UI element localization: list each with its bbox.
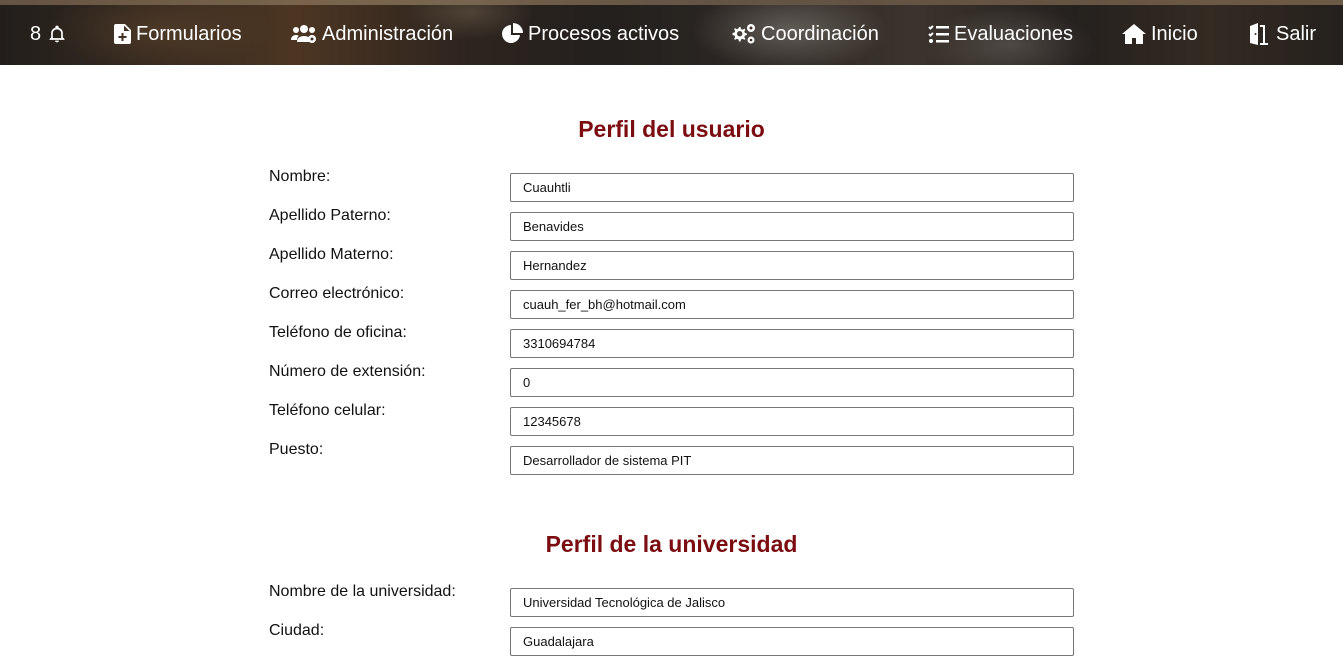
apellido-paterno-input[interactable] xyxy=(510,212,1074,241)
notifications-count: 8 xyxy=(30,22,42,45)
telefono-celular-input[interactable] xyxy=(510,407,1074,436)
ciudad-input[interactable] xyxy=(510,627,1074,656)
correo-input[interactable] xyxy=(510,290,1074,319)
correo-label: Correo electrónico: xyxy=(269,285,405,302)
notifications-button[interactable]: 8 xyxy=(30,20,67,48)
nav-formularios[interactable]: Formularios xyxy=(114,20,242,48)
apellido-paterno-label: Apellido Paterno: xyxy=(269,207,391,224)
telefono-oficina-label: Teléfono de oficina: xyxy=(269,324,407,341)
door-exit-icon xyxy=(1247,23,1268,45)
apellido-materno-label: Apellido Materno: xyxy=(269,246,394,263)
bell-icon xyxy=(49,25,65,43)
pie-chart-icon xyxy=(502,23,523,43)
tasks-list-icon xyxy=(928,25,949,43)
nav-procesos-activos[interactable]: Procesos activos xyxy=(501,20,679,48)
telefono-celular-label: Teléfono celular: xyxy=(269,402,386,419)
extension-input[interactable] xyxy=(510,368,1074,397)
universidad-label: Nombre de la universidad: xyxy=(269,583,456,600)
nav-administracion-label: Administración xyxy=(322,22,454,45)
nav-coordinacion-label: Coordinación xyxy=(761,22,879,45)
nav-evaluaciones[interactable]: Evaluaciones xyxy=(928,20,1073,48)
users-cog-icon xyxy=(291,25,316,43)
nav-salir-label: Salir xyxy=(1276,22,1317,45)
ciudad-label: Ciudad: xyxy=(269,622,325,639)
puesto-label: Puesto: xyxy=(269,441,324,458)
nav-salir[interactable]: Salir xyxy=(1247,20,1316,48)
nav-procesos-activos-label: Procesos activos xyxy=(528,22,680,45)
nav-coordinacion[interactable]: Coordinación xyxy=(730,20,879,48)
extension-label: Número de extensión: xyxy=(269,363,426,380)
nav-inicio[interactable]: Inicio xyxy=(1122,20,1198,48)
nav-evaluaciones-label: Evaluaciones xyxy=(954,22,1073,45)
universidad-input[interactable] xyxy=(510,588,1074,617)
nombre-label: Nombre: xyxy=(269,168,331,185)
apellido-materno-input[interactable] xyxy=(510,251,1074,280)
top-navbar: 8 Formularios Administración Procesos ac… xyxy=(0,0,1343,65)
nav-inicio-label: Inicio xyxy=(1151,22,1198,45)
nombre-input[interactable] xyxy=(510,173,1074,202)
nav-administracion[interactable]: Administración xyxy=(291,20,453,48)
user-profile-title: Perfil del usuario xyxy=(578,116,765,142)
nav-formularios-label: Formularios xyxy=(136,22,242,45)
cogs-icon xyxy=(732,24,755,44)
file-plus-icon xyxy=(114,24,131,44)
puesto-input[interactable] xyxy=(510,446,1074,475)
home-icon xyxy=(1122,24,1146,44)
telefono-oficina-input[interactable] xyxy=(510,329,1074,358)
university-profile-title: Perfil de la universidad xyxy=(545,531,798,557)
